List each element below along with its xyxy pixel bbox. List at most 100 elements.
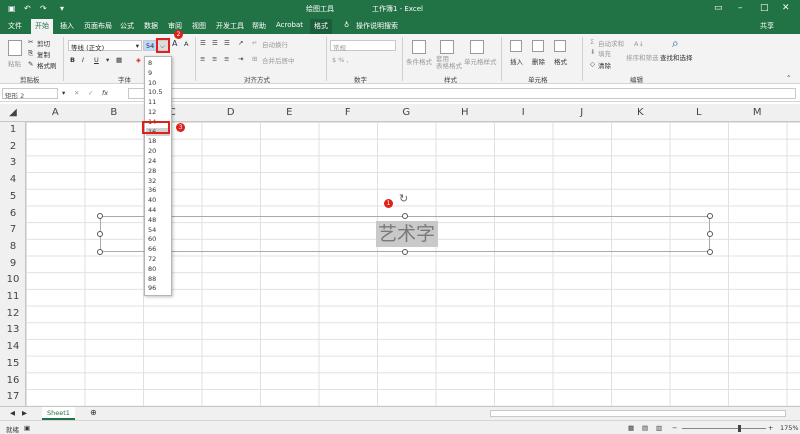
border-icon[interactable]: ▦: [116, 56, 122, 64]
horizontal-scrollbar[interactable]: [490, 410, 786, 417]
format-as-table-button[interactable]: 套用 表格格式: [436, 56, 462, 70]
close-button[interactable]: ✕: [782, 3, 790, 13]
conditional-format-button[interactable]: 条件格式: [406, 56, 432, 66]
decrease-font-icon[interactable]: A: [184, 40, 188, 48]
fill-button[interactable]: 填充: [598, 48, 611, 58]
font-size-option-40[interactable]: 40: [148, 196, 156, 204]
fill-color-icon[interactable]: ◈: [136, 56, 141, 64]
format-painter-button[interactable]: 格式刷: [37, 60, 57, 70]
row-header-14[interactable]: 14: [0, 341, 26, 352]
tab-view[interactable]: 视图: [192, 21, 206, 31]
format-painter-icon[interactable]: ✎: [28, 60, 33, 68]
customize-qat-icon[interactable]: ▾: [60, 4, 64, 13]
row-header-4[interactable]: 4: [0, 174, 26, 185]
tab-format[interactable]: 格式: [310, 19, 332, 34]
row-header-11[interactable]: 11: [0, 291, 26, 302]
row-header-1[interactable]: 1: [0, 124, 26, 135]
wrap-text-button[interactable]: 自动换行: [262, 39, 288, 49]
font-size-option-66[interactable]: 66: [148, 245, 156, 253]
merge-center-button[interactable]: 合并后居中: [262, 55, 295, 65]
delete-cells-icon[interactable]: [532, 40, 544, 52]
font-size-option-10[interactable]: 10: [148, 79, 156, 87]
font-size-option-96[interactable]: 96: [148, 284, 156, 292]
prev-sheet-icon[interactable]: ◀: [10, 409, 15, 417]
row-header-12[interactable]: 12: [0, 308, 26, 319]
font-size-option-18[interactable]: 18: [148, 137, 156, 145]
align-middle-icon[interactable]: ☰: [212, 39, 218, 47]
align-bottom-icon[interactable]: ☰: [224, 39, 230, 47]
next-sheet-icon[interactable]: ▶: [22, 409, 27, 417]
select-all-corner[interactable]: ◢: [0, 107, 26, 118]
row-header-3[interactable]: 3: [0, 157, 26, 168]
tab-help[interactable]: 帮助: [252, 21, 266, 31]
chevron-down-icon[interactable]: ▾: [106, 56, 109, 64]
add-sheet-icon[interactable]: ⊕: [90, 408, 97, 417]
cell-styles-button[interactable]: 单元格样式: [464, 56, 497, 66]
column-header-h[interactable]: H: [436, 107, 495, 118]
font-size-option-8[interactable]: 8: [148, 59, 152, 67]
column-header-d[interactable]: D: [202, 107, 261, 118]
tab-home[interactable]: 开始: [31, 19, 53, 34]
sort-filter-button[interactable]: 排序和筛选: [626, 52, 659, 62]
wordart-text[interactable]: 艺术字: [376, 221, 438, 247]
column-header-i[interactable]: I: [494, 107, 553, 118]
copy-button[interactable]: 复制: [37, 49, 50, 59]
collapse-ribbon-icon[interactable]: ⌃: [786, 74, 791, 82]
font-size-option-88[interactable]: 88: [148, 275, 156, 283]
insert-cells-button[interactable]: 插入: [510, 56, 523, 66]
column-header-b[interactable]: B: [85, 107, 144, 118]
minimize-button[interactable]: –: [738, 3, 743, 13]
column-header-a[interactable]: A: [26, 107, 85, 118]
copy-icon[interactable]: ⎘: [28, 49, 33, 58]
row-header-17[interactable]: 17: [0, 391, 26, 402]
row-header-7[interactable]: 7: [0, 224, 26, 235]
resize-handle[interactable]: [707, 249, 713, 255]
tab-file[interactable]: 文件: [8, 21, 22, 31]
font-size-input[interactable]: 54: [143, 40, 157, 51]
zoom-out-button[interactable]: −: [672, 424, 677, 432]
find-select-button[interactable]: 查找和选择: [660, 52, 693, 62]
indent-icon[interactable]: ⇥: [238, 55, 243, 63]
font-size-option-10-5[interactable]: 10.5: [148, 88, 162, 96]
resize-handle[interactable]: [402, 213, 408, 219]
resize-handle[interactable]: [402, 249, 408, 255]
formula-input[interactable]: [128, 88, 796, 99]
ribbon-display-icon[interactable]: ▭: [714, 3, 723, 13]
font-size-option-54[interactable]: 54: [148, 226, 156, 234]
tab-page-layout[interactable]: 页面布局: [84, 21, 112, 31]
currency-icon[interactable]: $ % ,: [332, 56, 349, 64]
paste-button[interactable]: 粘贴: [8, 58, 21, 68]
increase-font-icon[interactable]: A: [172, 39, 177, 48]
macro-record-icon[interactable]: ▣: [24, 424, 30, 432]
row-header-15[interactable]: 15: [0, 358, 26, 369]
insert-function-icon[interactable]: fx: [102, 89, 108, 97]
autosum-icon[interactable]: Σ: [590, 38, 594, 46]
tab-data[interactable]: 数据: [144, 21, 158, 31]
zoom-slider-thumb[interactable]: [738, 425, 741, 432]
font-size-option-32[interactable]: 32: [148, 177, 156, 185]
cut-button[interactable]: 剪切: [37, 38, 50, 48]
delete-cells-button[interactable]: 删除: [532, 56, 545, 66]
resize-handle[interactable]: [97, 249, 103, 255]
column-header-e[interactable]: E: [260, 107, 319, 118]
bold-button[interactable]: B: [70, 56, 75, 64]
cell-grid[interactable]: [26, 122, 800, 406]
chevron-down-icon[interactable]: ▾: [62, 89, 65, 97]
row-header-16[interactable]: 16: [0, 375, 26, 386]
row-header-13[interactable]: 13: [0, 324, 26, 335]
save-icon[interactable]: ▣: [8, 4, 16, 13]
font-size-option-28[interactable]: 28: [148, 167, 156, 175]
share-button[interactable]: 共享: [760, 21, 774, 31]
font-size-option-36[interactable]: 36: [148, 186, 156, 194]
font-size-option-48[interactable]: 48: [148, 216, 156, 224]
cancel-icon[interactable]: ✕: [74, 89, 79, 97]
search-icon[interactable]: ⌕: [672, 36, 679, 51]
fill-icon[interactable]: ⬇: [590, 48, 595, 56]
undo-icon[interactable]: ↶: [24, 4, 31, 13]
clear-icon[interactable]: ◇: [590, 60, 595, 68]
page-layout-view-icon[interactable]: ▤: [642, 424, 648, 432]
align-center-icon[interactable]: ≡: [212, 55, 217, 63]
font-size-option-24[interactable]: 24: [148, 157, 156, 165]
font-size-option-72[interactable]: 72: [148, 255, 156, 263]
italic-button[interactable]: I: [82, 56, 84, 64]
